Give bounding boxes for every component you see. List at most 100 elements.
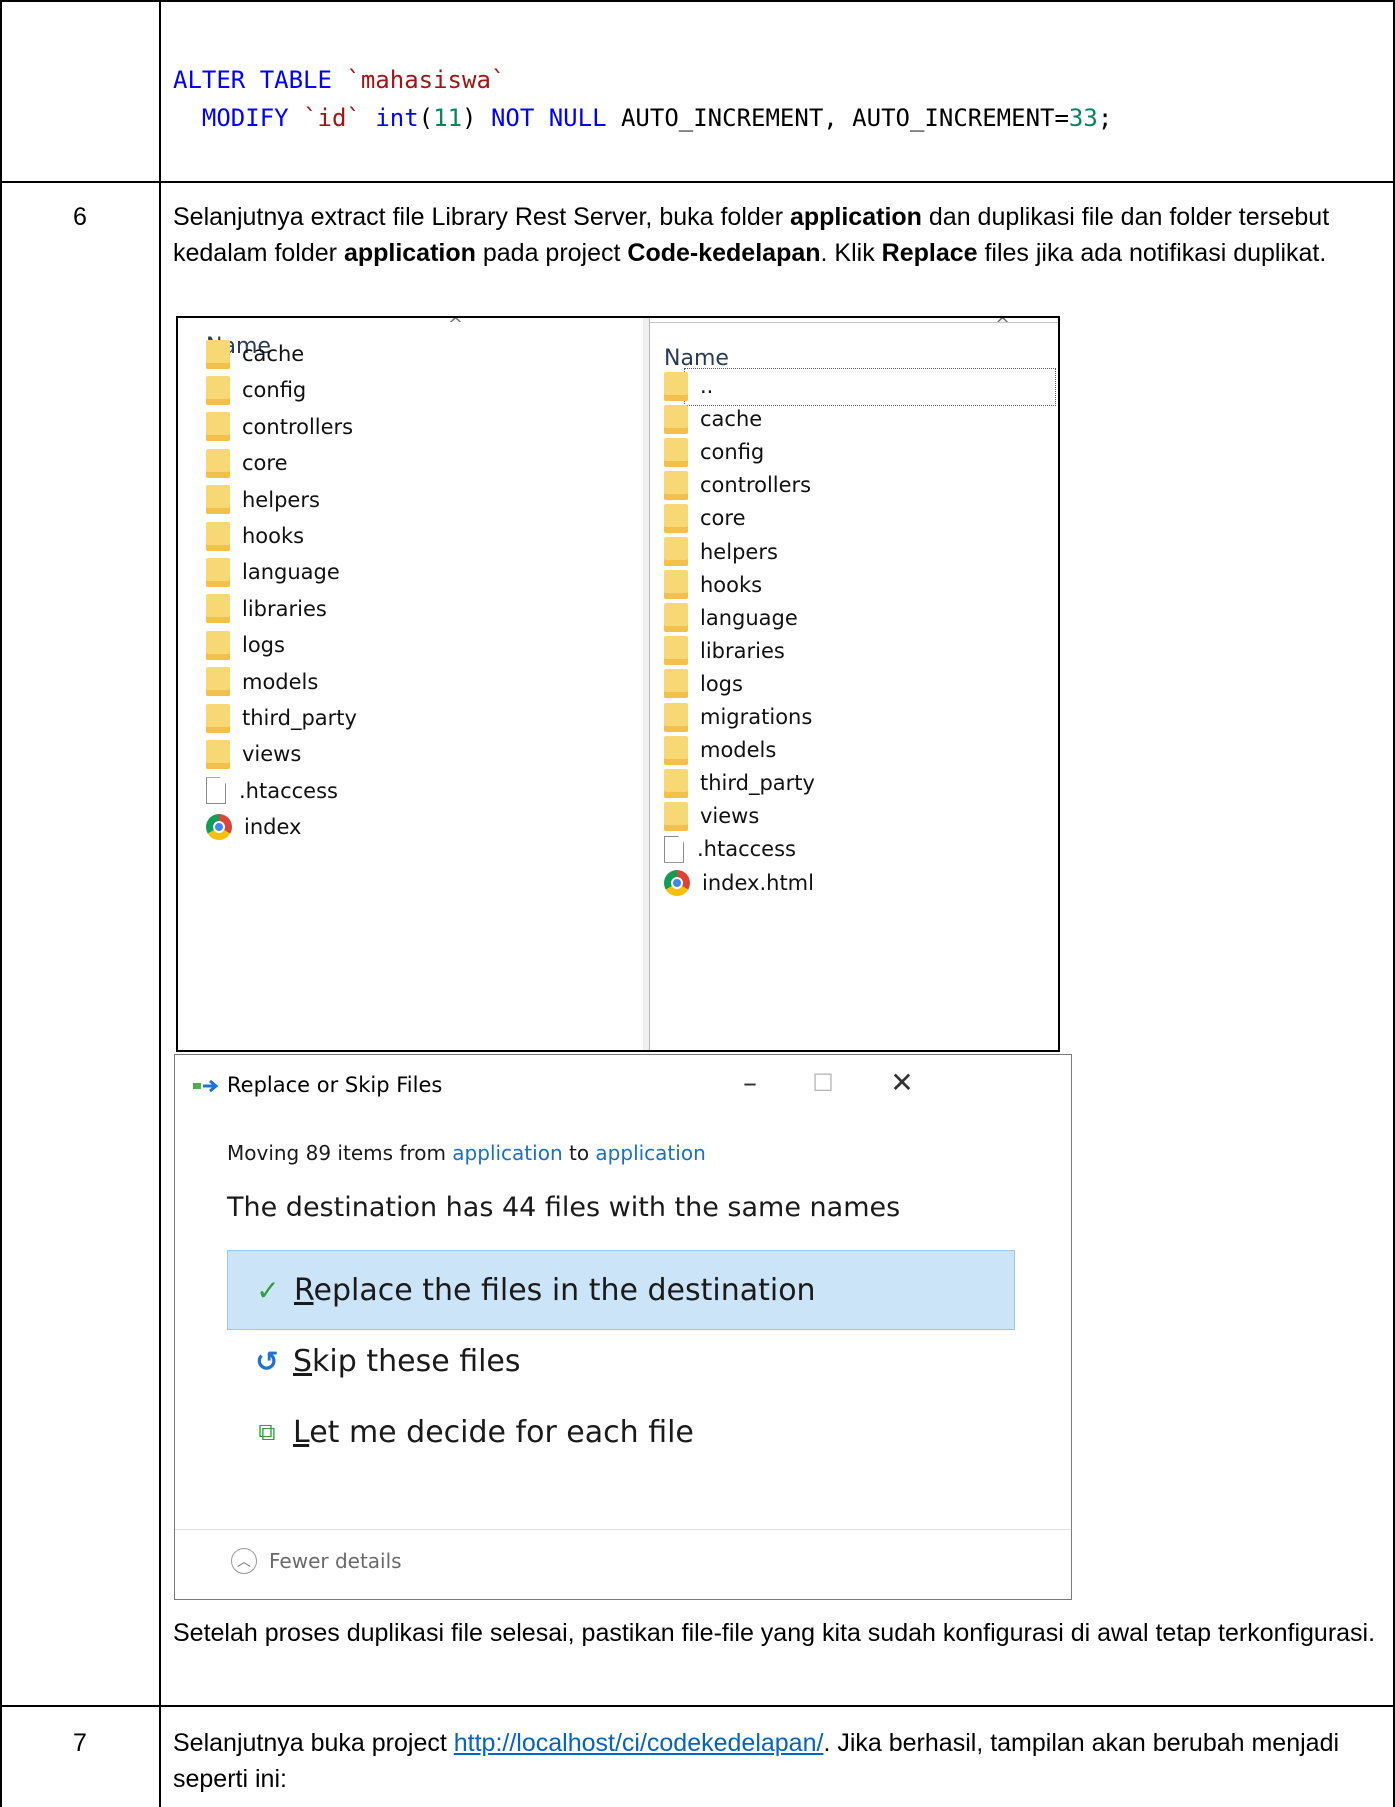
folder-icon: [206, 594, 230, 624]
file-list-item[interactable]: migrations: [664, 699, 812, 735]
folder-icon: [664, 470, 688, 500]
source-folder-pane: ^ Name cache config controllers core helpers…: [178, 318, 643, 1050]
dialog-title: Replace or Skip Files: [227, 1073, 443, 1097]
bold-text: Replace: [881, 239, 978, 267]
file-list-item[interactable]: third_party: [206, 700, 357, 736]
file-list-item[interactable]: libraries: [206, 591, 327, 627]
destination-folder-link[interactable]: application: [595, 1141, 705, 1165]
folder-icon: [664, 768, 688, 798]
file-name: third_party: [700, 771, 815, 796]
text: . Klik: [820, 239, 882, 267]
file-name: language: [242, 560, 340, 585]
file-name: core: [700, 506, 746, 531]
step-number: 6: [73, 203, 87, 231]
close-icon[interactable]: ✕: [882, 1063, 922, 1103]
file-list-item[interactable]: language: [206, 554, 340, 590]
bold-text: Code-kedelapan: [627, 239, 821, 267]
source-folder-link[interactable]: application: [452, 1141, 562, 1165]
file-name: logs: [242, 633, 285, 658]
folder-icon: [664, 371, 688, 401]
sql-keyword: MODIFY: [201, 104, 289, 132]
file-list-item[interactable]: helpers: [664, 534, 778, 570]
folder-icon: [664, 702, 688, 732]
file-list-item[interactable]: third_party: [664, 765, 815, 801]
folder-icon: [664, 735, 688, 765]
file-list-item[interactable]: .htaccess: [664, 831, 796, 867]
file-list-item[interactable]: cache: [206, 336, 304, 372]
maximize-icon[interactable]: ☐: [803, 1063, 843, 1103]
folder-icon: [664, 503, 688, 533]
folder-icon: [664, 537, 688, 566]
minimize-icon[interactable]: –: [730, 1063, 770, 1103]
text: Selanjutnya buka project: [173, 1729, 454, 1757]
file-name: hooks: [700, 572, 763, 597]
table-border-top: [0, 0, 1395, 2]
file-list-item[interactable]: cache: [664, 401, 762, 437]
file-list-item[interactable]: models: [664, 732, 776, 768]
file-list-item[interactable]: config: [206, 372, 306, 408]
chevron-up-icon: ︿: [231, 1548, 257, 1574]
file-list-item[interactable]: hooks: [664, 567, 762, 603]
file-icon: [664, 835, 684, 863]
file-name: cache: [242, 342, 305, 366]
checkmark-icon: ✓: [256, 1273, 280, 1307]
project-url-link[interactable]: http://localhost/ci/codekedelapan/: [454, 1729, 824, 1757]
folder-icon: [664, 437, 688, 467]
file-list-item[interactable]: index.html: [664, 865, 814, 901]
table-row-divider-1: [0, 181, 1395, 183]
file-list-item[interactable]: hooks: [206, 518, 304, 554]
folder-icon: [664, 669, 688, 699]
file-list-item[interactable]: views: [206, 736, 301, 772]
file-name: config: [242, 378, 307, 403]
folder-icon: [206, 557, 230, 587]
file-list-item[interactable]: views: [664, 798, 759, 834]
file-list-item[interactable]: index: [206, 809, 301, 845]
fewer-details-toggle[interactable]: ︿ Fewer details: [231, 1548, 402, 1574]
file-list-item[interactable]: helpers: [206, 482, 320, 518]
folder-icon: [664, 636, 688, 666]
file-name: cache: [700, 407, 763, 432]
file-list-item[interactable]: models: [206, 664, 318, 700]
file-list-item[interactable]: logs: [664, 666, 743, 702]
replace-files-option[interactable]: ✓ Replace the files in the destination: [227, 1250, 1015, 1330]
moving-summary: Moving 89 items from application to appl…: [227, 1141, 706, 1165]
table-row-divider-2: [0, 1705, 1395, 1707]
file-list-item[interactable]: core: [206, 445, 288, 481]
folder-icon: [206, 739, 230, 769]
step-7-instructions: Selanjutnya buka project http://localhos…: [173, 1725, 1378, 1797]
step-6-instructions: Selanjutnya extract file Library Rest Se…: [173, 199, 1378, 271]
dialog-footer-divider: [175, 1529, 1071, 1530]
file-name: migrations: [700, 705, 813, 729]
text: to: [562, 1141, 596, 1165]
file-list-item[interactable]: controllers: [664, 467, 811, 503]
file-name: config: [700, 440, 765, 465]
file-name: index.html: [702, 870, 814, 895]
file-list-item[interactable]: controllers: [206, 409, 353, 445]
sql-keyword: int: [375, 104, 419, 132]
folder-icon: [206, 485, 230, 515]
move-files-icon: [193, 1080, 219, 1092]
file-list-item[interactable]: language: [664, 600, 798, 636]
folder-icon: [206, 630, 230, 660]
file-list-item[interactable]: libraries: [664, 633, 785, 669]
file-list-item[interactable]: .htaccess: [206, 773, 338, 809]
skip-files-option[interactable]: ↺ Skip these files: [227, 1321, 1015, 1401]
file-list-item[interactable]: config: [664, 434, 764, 470]
file-name: controllers: [700, 473, 812, 498]
sort-caret-icon: ^: [995, 316, 1011, 335]
folder-icon: [664, 570, 688, 600]
folder-icon: [206, 667, 230, 697]
table-border-mid: [159, 0, 161, 1807]
text: files jika ada notifikasi duplikat.: [977, 239, 1327, 267]
file-list-item[interactable]: core: [664, 500, 746, 536]
chrome-icon: [664, 869, 690, 896]
file-icon: [206, 777, 226, 805]
decide-each-file-option[interactable]: ⧉ Let me decide for each file: [227, 1392, 1015, 1472]
file-list-item[interactable]: logs: [206, 627, 285, 663]
text: pada project: [475, 239, 628, 267]
file-list-item[interactable]: ..: [664, 368, 713, 404]
folder-icon: [206, 412, 230, 442]
file-name: index: [244, 815, 302, 840]
sql-keyword: NOT NULL: [490, 104, 607, 132]
step-number: 7: [73, 1729, 87, 1757]
